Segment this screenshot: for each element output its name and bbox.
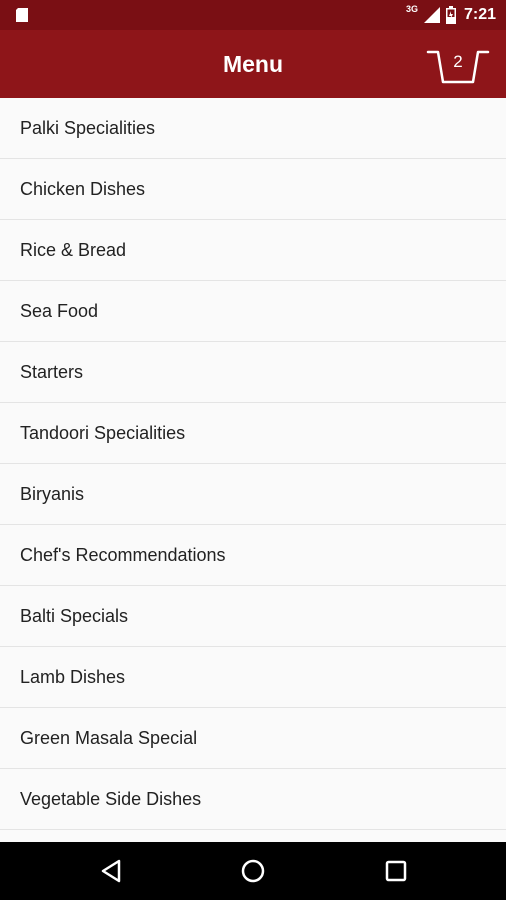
menu-category-item[interactable]: Rice & Bread (0, 220, 506, 281)
menu-category-item[interactable]: Sea Food (0, 281, 506, 342)
status-bar: 3G 7:21 (0, 0, 506, 30)
menu-category-label: Balti Specials (20, 605, 129, 626)
network-type-label: 3G (405, 4, 418, 14)
signal-icon (423, 7, 440, 23)
menu-category-label: Vegetable Side Dishes (20, 788, 202, 809)
system-navigation-bar (0, 842, 506, 900)
menu-category-item[interactable]: Balti Specials (0, 586, 506, 647)
menu-category-item[interactable]: Tandoori Specialities (0, 403, 506, 464)
menu-category-item[interactable]: Chicken Dishes (0, 159, 506, 220)
menu-category-label: Rice & Bread (20, 239, 127, 260)
menu-category-label: Starters (20, 361, 84, 382)
app-bar: Menu 2 (0, 30, 506, 98)
cart-count-badge: 2 (453, 52, 463, 71)
battery-icon (445, 6, 456, 24)
menu-category-item[interactable]: Palki Specialities (0, 98, 506, 159)
menu-category-item[interactable]: Green Masala Special (0, 708, 506, 769)
menu-category-item[interactable]: Vegetable Side Dishes (0, 769, 506, 830)
menu-category-item[interactable] (0, 830, 506, 842)
menu-category-item[interactable]: Biryanis (0, 464, 506, 525)
menu-category-label: Green Masala Special (20, 727, 198, 748)
menu-category-list: Palki Specialities Chicken Dishes Rice &… (0, 98, 506, 842)
menu-category-item[interactable]: Chef's Recommendations (0, 525, 506, 586)
sd-card-icon (16, 8, 28, 22)
menu-category-label: Tandoori Specialities (20, 422, 186, 443)
menu-category-label: Chicken Dishes (20, 178, 146, 199)
status-time: 7:21 (463, 6, 496, 23)
menu-category-label: Sea Food (20, 300, 99, 321)
menu-category-label: Chef's Recommendations (20, 544, 226, 565)
home-circle-icon[interactable] (239, 857, 267, 885)
status-indicators: 3G 7:21 (400, 0, 496, 30)
menu-category-label: Palki Specialities (20, 117, 156, 138)
cart-button[interactable]: 2 (426, 48, 490, 86)
menu-category-item[interactable]: Lamb Dishes (0, 647, 506, 708)
menu-category-label: Lamb Dishes (20, 666, 126, 687)
recents-square-icon[interactable] (382, 857, 410, 885)
menu-category-item[interactable]: Starters (0, 342, 506, 403)
back-triangle-icon[interactable] (98, 857, 126, 885)
menu-category-label: Biryanis (20, 483, 85, 504)
